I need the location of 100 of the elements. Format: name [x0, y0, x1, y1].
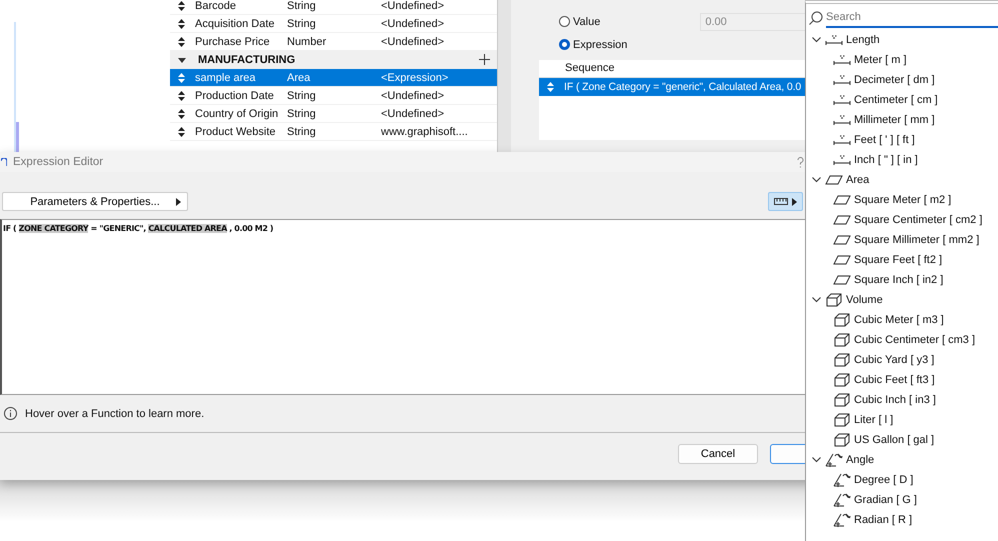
tree-item[interactable]: Square Millimeter [ mm2 ]: [806, 230, 998, 250]
tree-item[interactable]: Inch [ " ] [ in ]: [806, 150, 998, 170]
tree-item[interactable]: Liter [ l ]: [806, 410, 998, 430]
tree-item[interactable]: Square Meter [ m2 ]: [806, 190, 998, 210]
property-type: String: [287, 108, 317, 120]
chevron-icon: [812, 177, 821, 183]
caret-icon: [178, 56, 186, 64]
units-button[interactable]: [768, 192, 803, 211]
ruler-icon: [825, 34, 843, 46]
parameters-dropdown-button[interactable]: Parameters & Properties...: [2, 192, 188, 211]
parallelogram-icon: [833, 274, 851, 286]
parallelogram-icon: [833, 194, 851, 206]
ruler-icon: [833, 134, 851, 146]
angle-icon: [825, 452, 843, 468]
search-icon: [809, 11, 823, 25]
sort-arrows-icon: [178, 126, 185, 136]
property-value: <Expression>: [381, 72, 448, 84]
property-value: <Undefined>: [381, 0, 444, 12]
ruler-icon: [833, 94, 851, 106]
property-type: Number: [287, 36, 328, 48]
level-marker: [16, 122, 19, 152]
property-value: <Undefined>: [381, 90, 444, 102]
help-icon[interactable]: [797, 156, 804, 168]
tree-item[interactable]: Cubic Feet [ ft3 ]: [806, 370, 998, 390]
tree-item[interactable]: Millimeter [ mm ]: [806, 110, 998, 130]
ruler-icon: [774, 198, 788, 205]
chevron-icon: [812, 297, 821, 303]
ruler-icon: [833, 74, 851, 86]
property-name: sample area: [195, 72, 257, 84]
ruler-icon: [833, 54, 851, 66]
cube-icon: [833, 332, 851, 348]
property-row[interactable]: Barcode String <Undefined>: [170, 0, 497, 15]
ruler-icon: [833, 114, 851, 126]
property-value: <Undefined>: [381, 108, 444, 120]
cube-icon: [833, 312, 851, 328]
tree-item[interactable]: Square Inch [ in2 ]: [806, 270, 998, 290]
expression-text: IF ( ZONE CATEGORY = "GENERIC", CALCULATED AREA , 0.00 M2 ): [2, 223, 274, 233]
info-icon: [4, 407, 17, 420]
cube-icon: [833, 352, 851, 368]
tree-item[interactable]: Volume: [806, 290, 998, 310]
tree-item[interactable]: Cubic Meter [ m3 ]: [806, 310, 998, 330]
cube-icon: [833, 432, 851, 448]
tree-item[interactable]: Degree [ D ]: [806, 470, 998, 490]
tree-item[interactable]: Cubic Yard [ y3 ]: [806, 350, 998, 370]
app-icon: [1, 158, 7, 166]
property-name: Purchase Price: [195, 36, 271, 48]
group-row[interactable]: MANUFACTURING: [170, 51, 497, 69]
cube-icon: [833, 392, 851, 408]
sort-arrows-icon: [178, 108, 185, 118]
caret-icon: [792, 198, 797, 206]
property-row[interactable]: sample area Area <Expression>: [170, 69, 497, 87]
dialog-button[interactable]: Cancel: [678, 444, 758, 464]
property-row[interactable]: Production Date String <Undefined>: [170, 87, 497, 105]
radio-label: Expression: [573, 38, 628, 50]
tree-item[interactable]: Square Centimeter [ cm2 ]: [806, 210, 998, 230]
tree-item[interactable]: Feet [ ' ] [ ft ]: [806, 130, 998, 150]
property-type: Area: [287, 72, 312, 84]
hint-text: Hover over a Function to learn more.: [25, 408, 204, 420]
tree-item[interactable]: Angle: [806, 450, 998, 470]
property-value: www.graphisoft....: [381, 126, 468, 138]
sort-arrows-icon: [178, 36, 185, 46]
sort-arrows-icon: [178, 18, 185, 28]
sort-arrows-icon: [547, 82, 554, 92]
tree-item[interactable]: Gradian [ G ]: [806, 490, 998, 510]
property-type: String: [287, 0, 317, 12]
angle-icon: [833, 492, 851, 508]
cube-icon: [825, 292, 843, 308]
parallelogram-icon: [825, 174, 843, 186]
radio-button[interactable]: [559, 39, 570, 50]
chevron-icon: [812, 457, 821, 463]
sequence-text: IF ( Zone Category = "generic", Calculated Area, 0.0: [564, 81, 802, 93]
window-title: Expression Editor: [13, 156, 104, 168]
property-type: String: [287, 18, 317, 30]
property-name: Country of Origin: [195, 108, 280, 120]
plus-icon[interactable]: [479, 54, 490, 65]
sort-arrows-icon: [178, 0, 185, 10]
parallelogram-icon: [833, 234, 851, 246]
property-row[interactable]: Country of Origin String <Undefined>: [170, 105, 497, 123]
property-row[interactable]: Acquisition Date String <Undefined>: [170, 15, 497, 33]
property-name: Acquisition Date: [195, 18, 276, 30]
angle-icon: [833, 512, 851, 528]
tree-item[interactable]: Area: [806, 170, 998, 190]
tree-item[interactable]: Square Feet [ ft2 ]: [806, 250, 998, 270]
parallelogram-icon: [833, 254, 851, 266]
group-name: MANUFACTURING: [198, 54, 296, 66]
chevron-icon: [812, 37, 821, 43]
tree-item[interactable]: US Gallon [ gal ]: [806, 430, 998, 450]
expression-editor[interactable]: IF ( ZONE CATEGORY = "GENERIC", CALCULATED AREA , 0.00 M2 ): [0, 219, 808, 395]
tree-item[interactable]: Cubic Centimeter [ cm3 ]: [806, 330, 998, 350]
tree-item[interactable]: Radian [ R ]: [806, 510, 998, 530]
property-type: String: [287, 126, 317, 138]
tree-item[interactable]: Cubic Inch [ in3 ]: [806, 390, 998, 410]
parallelogram-icon: [833, 214, 851, 226]
property-row[interactable]: Product Website String www.graphisoft....: [170, 123, 497, 141]
tree-item[interactable]: Length: [806, 30, 998, 50]
property-name: Barcode: [195, 0, 237, 12]
sort-arrows-icon: [178, 90, 185, 100]
caret-icon: [176, 198, 181, 206]
property-value: <Undefined>: [381, 36, 444, 48]
radio-label: Value: [573, 16, 600, 28]
